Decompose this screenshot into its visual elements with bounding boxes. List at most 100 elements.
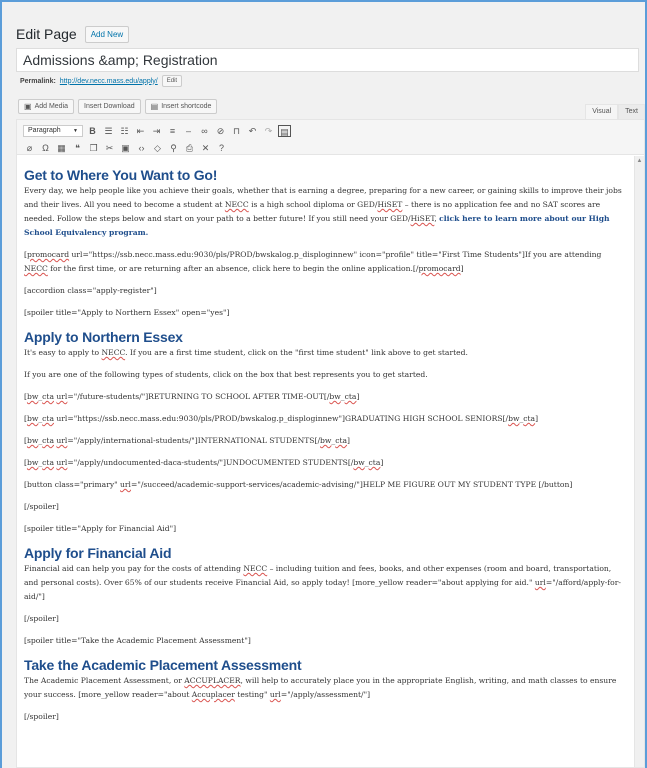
cta-word-4: cta bbox=[523, 414, 536, 423]
eraser-icon[interactable]: ⌀ bbox=[23, 142, 36, 154]
horizontal-line-icon[interactable]: – bbox=[182, 125, 195, 137]
link-icon[interactable]: ∞ bbox=[198, 125, 211, 137]
intro-text-2: is a high school diploma or GED/ bbox=[248, 200, 378, 209]
spoiler-close-3: [/spoiler] bbox=[24, 712, 59, 721]
spoiler-apply-shortcode: [spoiler title="Apply to Northern Essex"… bbox=[24, 308, 230, 317]
post-title-input[interactable] bbox=[16, 48, 639, 72]
editor: Paragraph ▼ B ☰ ☷ ⇤ ⇥ ≡ – ∞ ⊘ ⊓ ↶ ↷ ▤ ⌀ … bbox=[16, 119, 645, 768]
accuplacer-caps-word: ACCUPLACER bbox=[184, 676, 241, 685]
cta-word-2: cta bbox=[344, 392, 357, 401]
permalink-edit-button[interactable]: Edit bbox=[161, 75, 183, 87]
print-icon[interactable]: ⎙ bbox=[183, 142, 196, 154]
url-word-4: url bbox=[56, 458, 68, 467]
button-text-1: [button class="primary" bbox=[24, 480, 121, 489]
apply-paragraph: It's easy to apply to NECC. If you are a… bbox=[24, 346, 627, 360]
format-select[interactable]: Paragraph ▼ bbox=[23, 124, 83, 137]
heading-assess: Take the Academic Placement Assessment bbox=[24, 657, 302, 673]
cta-international: [bw_cta url="/apply/international-studen… bbox=[24, 436, 350, 445]
outdent-icon[interactable]: ⇤ bbox=[134, 125, 147, 137]
table-icon[interactable]: ▦ bbox=[55, 142, 68, 154]
fullscreen-icon[interactable]: ✕ bbox=[199, 142, 212, 154]
copy-icon[interactable]: ❐ bbox=[87, 142, 100, 154]
bold-icon[interactable]: B bbox=[86, 125, 99, 137]
spoiler-close-2: [/spoiler] bbox=[24, 614, 59, 623]
heading-get-to-where: Get to Where You Want to Go! bbox=[24, 167, 218, 183]
undo-icon[interactable]: ↶ bbox=[246, 125, 259, 137]
necc-word-2: NECC bbox=[24, 264, 48, 273]
cta-graduating: [bw_cta url="https://ssb.necc.mass.edu:9… bbox=[24, 414, 539, 423]
cta-word-5: cta bbox=[42, 436, 54, 445]
bw-word-6: bw bbox=[320, 436, 332, 445]
types-paragraph: If you are one of the following types of… bbox=[24, 370, 428, 379]
necc-word: NECC bbox=[224, 200, 249, 209]
url-word-5: url bbox=[120, 480, 131, 489]
insert-shortcode-button[interactable]: ▤ Insert shortcode bbox=[144, 99, 218, 114]
cta-word-8: cta bbox=[368, 458, 381, 467]
special-char-icon[interactable]: Ω bbox=[39, 142, 52, 154]
insert-download-button[interactable]: Insert Download bbox=[78, 99, 141, 114]
help-icon[interactable]: ? bbox=[215, 142, 228, 154]
blockquote-icon[interactable]: ❝ bbox=[71, 142, 84, 154]
editor-scrollbar[interactable]: ▲ bbox=[634, 156, 644, 767]
add-media-label: Add Media bbox=[34, 103, 69, 110]
bookmark-icon[interactable]: ⊓ bbox=[230, 125, 243, 137]
add-media-button[interactable]: ▣ Add Media bbox=[18, 99, 75, 114]
align-icon[interactable]: ≡ bbox=[166, 125, 179, 137]
promocard-paragraph: [promocard url="https://ssb.necc.mass.ed… bbox=[24, 248, 627, 276]
bullet-list-icon[interactable]: ☰ bbox=[102, 125, 115, 137]
redo-icon[interactable]: ↷ bbox=[262, 125, 275, 137]
bw-word-5: bw bbox=[26, 436, 39, 445]
promo-text-4: ] bbox=[460, 264, 464, 273]
cta-word-3: cta bbox=[42, 414, 54, 423]
promocard-word: promocard bbox=[26, 250, 70, 259]
permalink-row: Permalink: http://dev.necc.mass.edu/appl… bbox=[20, 74, 183, 88]
indent-icon[interactable]: ⇥ bbox=[150, 125, 163, 137]
editor-tabs: Visual Text bbox=[585, 104, 645, 119]
add-new-button[interactable]: Add New bbox=[84, 25, 130, 43]
source-code-icon[interactable]: ◇ bbox=[151, 142, 164, 154]
code-icon[interactable]: ‹› bbox=[135, 142, 148, 154]
tab-visual[interactable]: Visual bbox=[585, 104, 619, 119]
url-word-2: url bbox=[56, 414, 68, 423]
paste-icon[interactable]: ▣ bbox=[119, 142, 132, 154]
unlink-icon[interactable]: ⊘ bbox=[214, 125, 227, 137]
toolbar-toggle-icon[interactable]: ▤ bbox=[278, 124, 291, 137]
assess-text-3: testing" bbox=[234, 690, 270, 699]
apply-text-1: It's easy to apply to bbox=[24, 348, 102, 357]
cta2-text: ="https://ssb.necc.mass.edu:9030/pls/PRO… bbox=[67, 414, 509, 423]
bw-word-2: bw bbox=[329, 392, 341, 401]
editor-content[interactable]: Get to Where You Want to Go! Every day, … bbox=[17, 156, 634, 767]
cta-word-7: cta bbox=[42, 458, 54, 467]
intro-paragraph: Every day, we help people like you achie… bbox=[24, 184, 627, 240]
media-buttons: ▣ Add Media Insert Download ▤ Insert sho… bbox=[18, 99, 218, 115]
hiset-word: HiSET bbox=[377, 200, 403, 209]
spoiler-aid-shortcode: [spoiler title="Apply for Financial Aid"… bbox=[24, 524, 177, 533]
cut-icon[interactable]: ✂ bbox=[103, 142, 116, 154]
bw-word-3: bw bbox=[26, 414, 39, 423]
scroll-up-icon[interactable]: ▲ bbox=[635, 156, 644, 166]
heading-apply: Apply to Northern Essex bbox=[24, 329, 183, 345]
numbered-list-icon[interactable]: ☷ bbox=[118, 125, 131, 137]
assess-text-1: The Academic Placement Assessment, or bbox=[24, 676, 185, 685]
cta4-text: ="/apply/undocumented-daca-students/"]UN… bbox=[67, 458, 354, 467]
tab-text[interactable]: Text bbox=[618, 104, 645, 119]
spoiler-close-1: [/spoiler] bbox=[24, 502, 59, 511]
promocard-word-2: promocard bbox=[418, 264, 461, 273]
bw-word: bw bbox=[26, 392, 39, 401]
apply-text-2: . If you are a first time student, click… bbox=[125, 348, 468, 357]
button-shortcode: [button class="primary" url="/succeed/ac… bbox=[24, 478, 627, 492]
permalink-link[interactable]: http://dev.necc.mass.edu/apply/ bbox=[60, 78, 158, 85]
promo-text-2: url="https://ssb.necc.mass.edu:9030/pls/… bbox=[69, 250, 602, 259]
toolbar-row-1: Paragraph ▼ B ☰ ☷ ⇤ ⇥ ≡ – ∞ ⊘ ⊓ ↶ ↷ ▤ bbox=[23, 123, 638, 138]
cta-returning: [bw_cta url="/future-students/"]RETURNIN… bbox=[24, 392, 360, 401]
page-header: Edit Page Add New bbox=[16, 24, 130, 44]
url-word-3: url bbox=[56, 436, 68, 445]
hiset-word-2: HiSET bbox=[410, 214, 435, 223]
necc-word-4: NECC bbox=[243, 564, 268, 573]
spoiler-assess-shortcode: [spoiler title="Take the Academic Placem… bbox=[24, 636, 251, 645]
url-word-7: url bbox=[269, 690, 281, 699]
promo-text-3: for the first time, or are returning aft… bbox=[47, 264, 419, 273]
bw-word-7: bw bbox=[26, 458, 39, 467]
find-icon[interactable]: ⚲ bbox=[167, 142, 180, 154]
heading-aid: Apply for Financial Aid bbox=[24, 545, 172, 561]
